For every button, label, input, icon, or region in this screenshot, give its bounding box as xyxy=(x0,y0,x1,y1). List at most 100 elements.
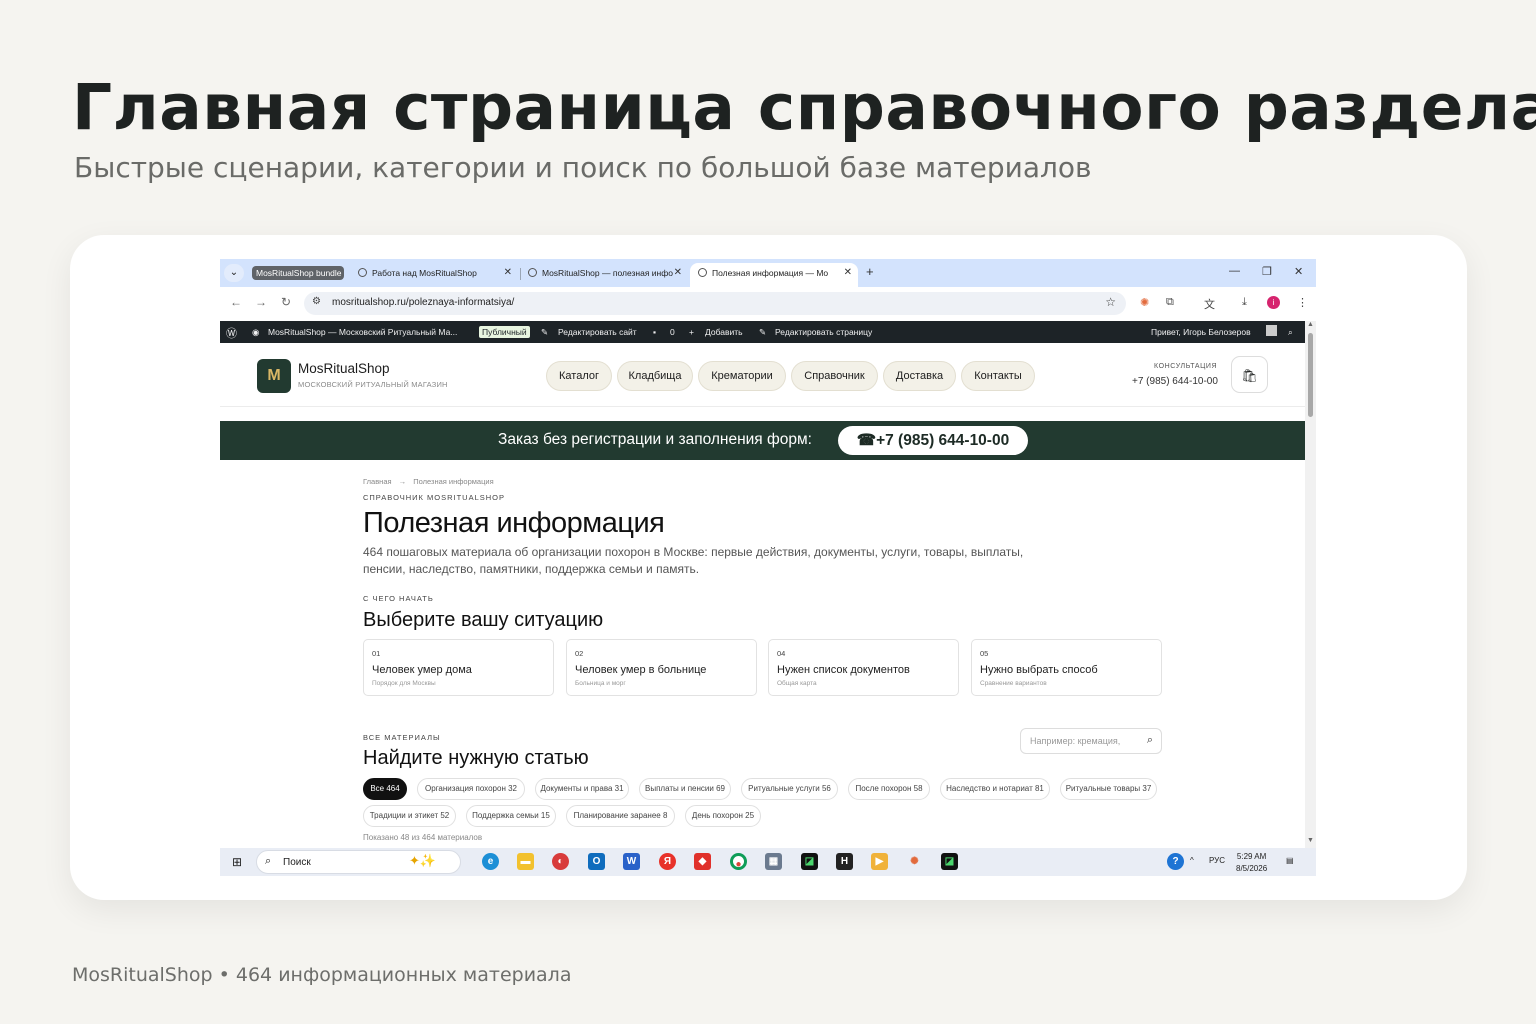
category-chip-all[interactable]: Все 464 xyxy=(363,778,407,800)
situation-number: 05 xyxy=(980,649,989,658)
situation-subtitle: Сравнение вариантов xyxy=(980,680,1047,687)
taskbar-search-label: Поиск xyxy=(283,857,311,868)
claude-extension-icon[interactable]: ✺ xyxy=(1140,296,1149,309)
terminal-app-icon[interactable]: ◪ xyxy=(941,853,958,870)
word-icon[interactable]: W xyxy=(623,853,640,870)
profile-avatar[interactable]: i xyxy=(1267,296,1280,309)
claude-icon[interactable]: ✺ xyxy=(906,853,923,870)
cart-icon[interactable]: 🛍 xyxy=(1231,356,1268,393)
add-new-link[interactable]: Добавить xyxy=(705,327,743,337)
breadcrumb-home[interactable]: Главная xyxy=(363,477,392,486)
situation-card[interactable]: 04 Нужен список документов Общая карта xyxy=(768,639,959,696)
greeting[interactable]: Привет, Игорь Белозеров xyxy=(1151,327,1251,337)
search-icon[interactable]: ⌕ xyxy=(1147,734,1153,747)
language-indicator[interactable]: РУС xyxy=(1209,856,1225,865)
translate-icon[interactable]: 文 xyxy=(1204,296,1215,312)
outlook-icon[interactable]: O xyxy=(588,853,605,870)
taskbar-clock[interactable]: 5:29 AM 8/5/2026 xyxy=(1236,851,1267,875)
nav-crematoriums[interactable]: Крематории xyxy=(698,361,786,391)
situation-card[interactable]: 01 Человек умер дома Порядок для Москвы xyxy=(363,639,554,696)
close-icon[interactable]: ✕ xyxy=(504,263,512,283)
chevron-up-icon[interactable]: ^ xyxy=(1190,856,1194,865)
wp-site-name[interactable]: MosRitualShop — Московский Ритуальный Ма… xyxy=(268,327,457,337)
download-icon[interactable]: ⤓ xyxy=(1242,296,1247,309)
anydesk-icon[interactable]: ◆ xyxy=(694,853,711,870)
office-icon[interactable]: ◐ xyxy=(552,853,569,870)
extensions-icon[interactable]: ⧉ xyxy=(1166,296,1174,309)
scroll-down-icon[interactable]: ▼ xyxy=(1307,837,1314,844)
close-icon[interactable]: ✕ xyxy=(674,263,682,283)
brand-name[interactable]: MosRitualShop xyxy=(298,361,390,376)
minimize-icon[interactable]: — xyxy=(1229,265,1240,277)
site-info-icon[interactable]: ⚙ xyxy=(312,296,321,307)
nav-cemeteries[interactable]: Кладбища xyxy=(617,361,693,391)
situation-number: 02 xyxy=(575,649,584,658)
taskbar-search[interactable]: ⌕ Поиск ✦✨ xyxy=(256,850,461,874)
user-avatar[interactable] xyxy=(1266,325,1277,336)
edit-site-link[interactable]: Редактировать сайт xyxy=(558,327,637,337)
bookmark-star-icon[interactable]: ☆ xyxy=(1105,295,1116,309)
pycharm-icon[interactable]: ◪ xyxy=(801,853,818,870)
situation-card[interactable]: 05 Нужно выбрать способ Сравнение вариан… xyxy=(971,639,1162,696)
omnibox[interactable]: ⚙ mosritualshop.ru/poleznaya-informatsiy… xyxy=(304,292,1126,315)
category-chip[interactable]: Поддержка семьи 15 xyxy=(466,805,556,827)
breadcrumb: Главная → Полезная информация xyxy=(363,477,494,486)
yandex-icon[interactable]: Я xyxy=(659,853,676,870)
category-chip[interactable]: Выплаты и пенсии 69 xyxy=(639,778,731,800)
browser-screenshot: ⌄ MosRitualShop bundle Работа над MosRit… xyxy=(220,259,1316,876)
consultation-phone[interactable]: +7 (985) 644-10-00 xyxy=(1132,376,1218,387)
edge-icon[interactable]: e xyxy=(482,853,499,870)
comments-count[interactable]: 0 xyxy=(670,327,675,337)
calculator-icon[interactable]: ▦ xyxy=(765,853,782,870)
category-chip[interactable]: Планирование заранее 8 xyxy=(566,805,675,827)
tab-info-admin[interactable]: MosRitualShop — полезная инфо ✕ xyxy=(520,263,688,287)
menu-dots-icon[interactable]: ⋮ xyxy=(1297,296,1308,309)
file-explorer-icon[interactable]: ▬ xyxy=(517,853,534,870)
reload-icon[interactable]: ↻ xyxy=(281,295,291,309)
comments-icon[interactable]: ▪ xyxy=(653,327,656,337)
search-icon: ⌕ xyxy=(265,855,272,867)
nav-delivery[interactable]: Доставка xyxy=(883,361,956,391)
article-search-input[interactable]: Например: кремация, ⌕ xyxy=(1020,728,1162,754)
edit-page-link[interactable]: Редактировать страницу xyxy=(775,327,872,337)
wordpress-icon[interactable]: Ⓦ xyxy=(226,325,237,341)
help-icon[interactable]: ? xyxy=(1167,853,1184,870)
category-chip[interactable]: Наследство и нотариат 81 xyxy=(940,778,1050,800)
page-scrollbar[interactable]: ▲ ▼ xyxy=(1305,321,1316,848)
category-chip[interactable]: После похорон 58 xyxy=(848,778,930,800)
tab-work[interactable]: Работа над MosRitualShop ✕ xyxy=(350,263,518,287)
h-app-icon[interactable]: H xyxy=(836,853,853,870)
restore-icon[interactable]: ❐ xyxy=(1262,265,1272,278)
windows-start-icon[interactable]: ⊞ xyxy=(232,855,242,869)
scroll-thumb[interactable] xyxy=(1308,333,1313,417)
category-chip[interactable]: Организация похорон 32 xyxy=(417,778,525,800)
nav-catalog[interactable]: Каталог xyxy=(546,361,612,391)
site-logo[interactable]: M xyxy=(257,359,291,393)
category-chip[interactable]: Ритуальные услуги 56 xyxy=(741,778,838,800)
url-text[interactable]: mosritualshop.ru/poleznaya-informatsiya/ xyxy=(332,297,514,308)
tab-label: MosRitualShop — полезная инфо xyxy=(542,268,673,278)
nav-reference[interactable]: Справочник xyxy=(791,361,878,391)
situation-card[interactable]: 02 Человек умер в больнице Больница и мо… xyxy=(566,639,757,696)
banner-phone-button[interactable]: ☎+7 (985) 644-10-00 xyxy=(838,426,1028,455)
media-player-icon[interactable]: ▶ xyxy=(871,853,888,870)
category-chip[interactable]: Традиции и этикет 52 xyxy=(363,805,456,827)
tab-info-active[interactable]: Полезная информация — Mo ✕ xyxy=(690,263,858,287)
back-icon[interactable]: ← xyxy=(230,295,242,309)
globe-icon xyxy=(358,268,367,277)
tab-group-chip[interactable]: MosRitualShop bundle xyxy=(252,266,344,280)
tab-search-chevron-icon[interactable]: ⌄ xyxy=(224,264,244,282)
forward-icon[interactable]: → xyxy=(255,295,267,309)
search-icon[interactable]: ⌕ xyxy=(1288,327,1293,338)
category-chip[interactable]: Ритуальные товары 37 xyxy=(1060,778,1157,800)
window-close-icon[interactable]: ✕ xyxy=(1294,265,1303,278)
chrome-icon[interactable]: ● xyxy=(730,853,747,870)
close-icon[interactable]: ✕ xyxy=(844,263,852,283)
all-title: Найдите нужную статью xyxy=(363,747,589,769)
new-tab-button[interactable]: + xyxy=(866,264,874,279)
scroll-up-icon[interactable]: ▲ xyxy=(1307,321,1314,328)
notification-icon[interactable]: ▤ xyxy=(1286,856,1294,865)
category-chip[interactable]: День похорон 25 xyxy=(685,805,761,827)
nav-contacts[interactable]: Контакты xyxy=(961,361,1035,391)
category-chip[interactable]: Документы и права 31 xyxy=(535,778,629,800)
